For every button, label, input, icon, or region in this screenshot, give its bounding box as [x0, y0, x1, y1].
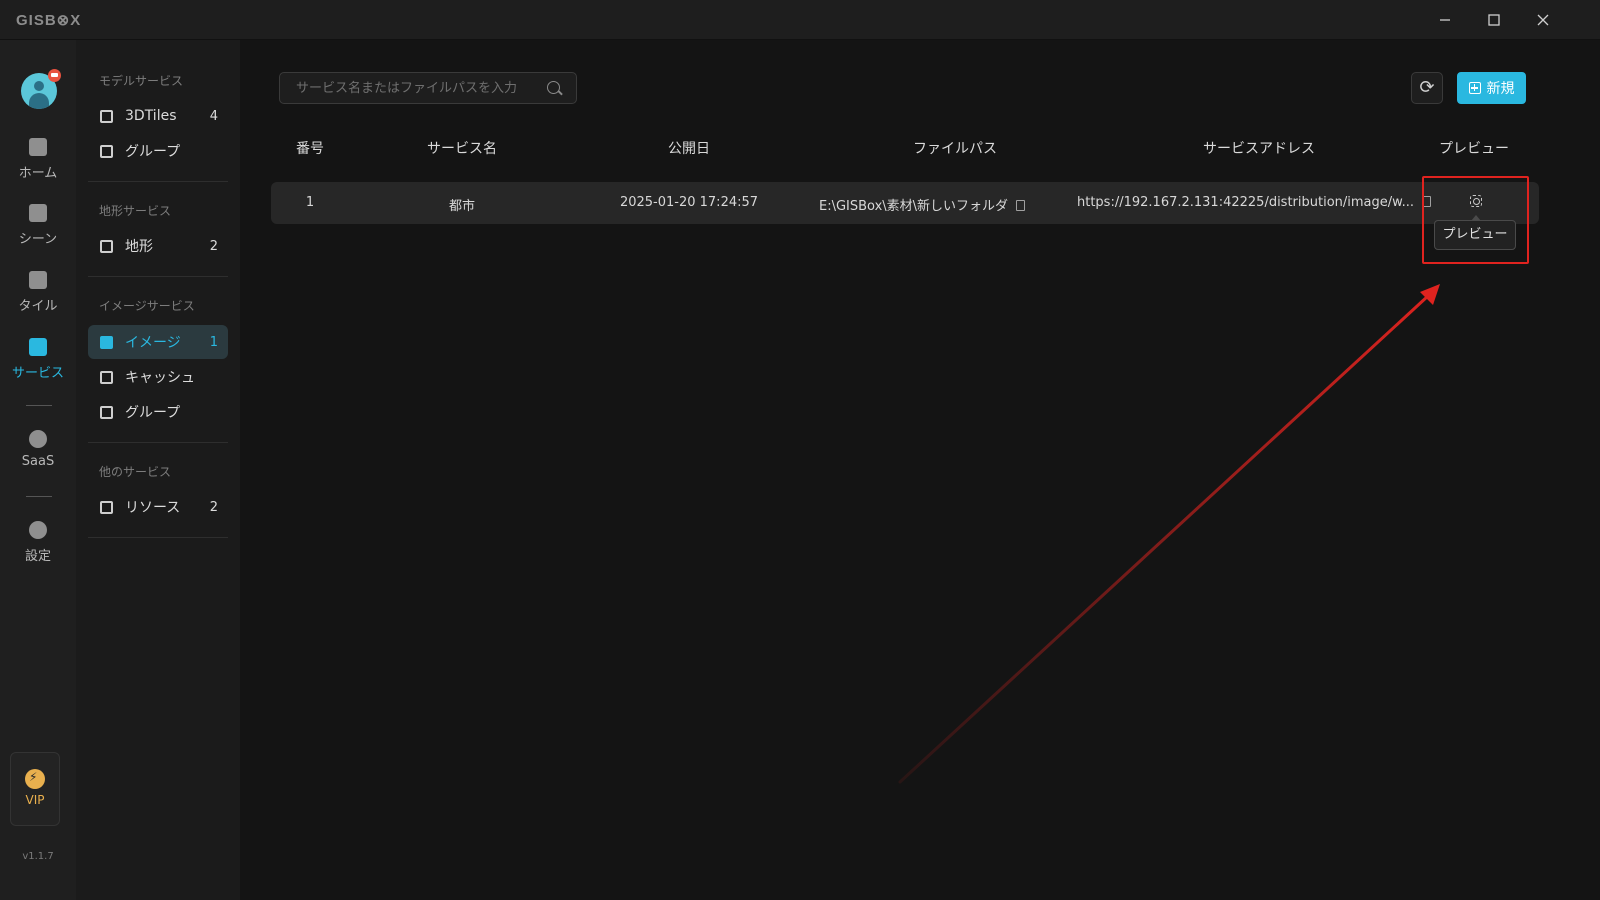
annotation-arrow [898, 284, 1440, 784]
